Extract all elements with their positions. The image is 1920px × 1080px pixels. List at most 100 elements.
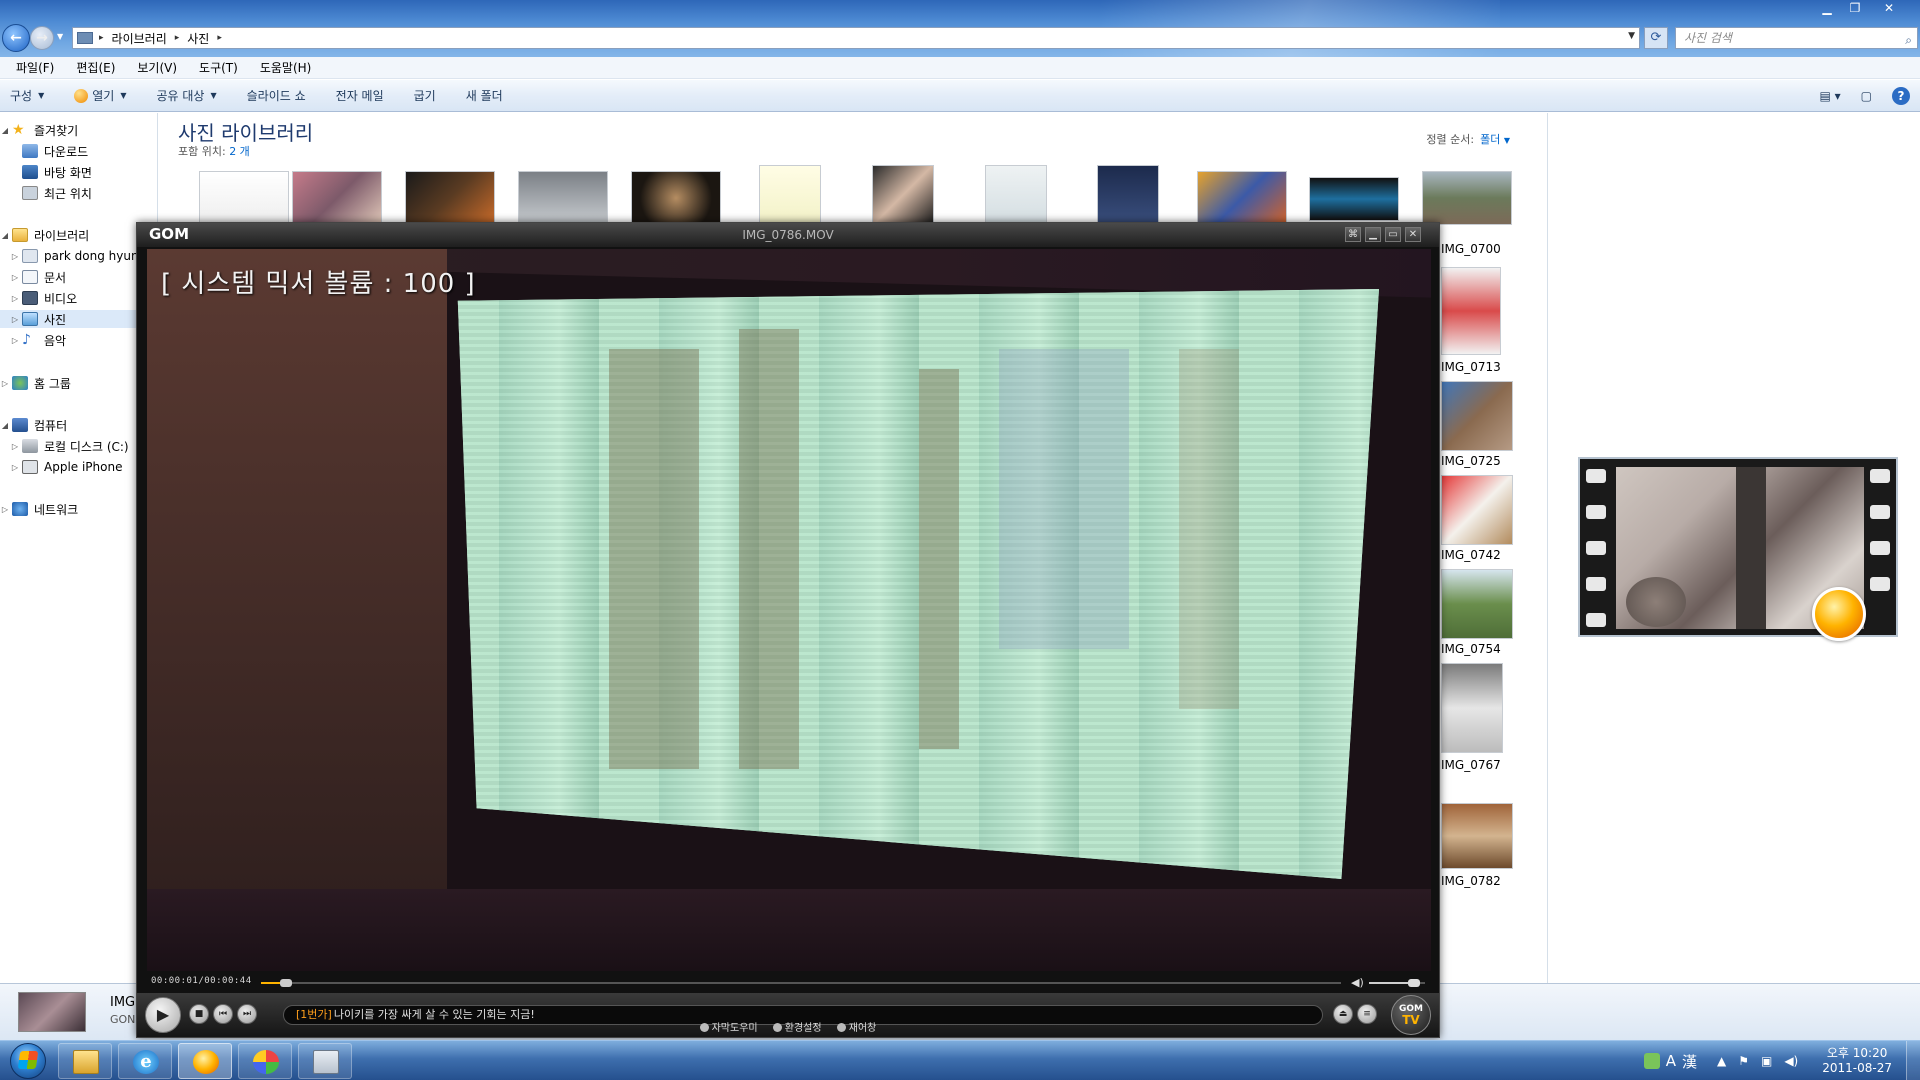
recent-pages-dropdown[interactable]: ▼ <box>57 32 63 41</box>
volume-icon[interactable]: ◀) <box>1784 1054 1798 1068</box>
photo-thumbnail[interactable] <box>1441 381 1513 451</box>
gom-maximize-button[interactable]: ▭ <box>1385 227 1401 242</box>
breadcrumb-separator[interactable]: ▸ <box>99 33 104 43</box>
photo-thumbnail[interactable] <box>1197 171 1287 225</box>
taskbar-paint[interactable] <box>238 1043 292 1079</box>
file-name[interactable]: IMG_0782 <box>1441 874 1501 888</box>
ime-mode[interactable]: A <box>1666 1052 1676 1070</box>
expand-icon[interactable]: ▷ <box>10 315 20 324</box>
expand-icon[interactable]: ▷ <box>10 294 20 303</box>
video-area[interactable]: [ 시스템 믹서 볼륨 : 100 ] <box>147 249 1431 971</box>
photo-thumbnail[interactable] <box>872 165 934 225</box>
expand-icon[interactable]: ▷ <box>0 379 10 388</box>
address-dropdown[interactable]: ▼ <box>1628 31 1635 41</box>
ime-hanja[interactable]: 漢 <box>1682 1051 1697 1072</box>
menu-edit[interactable]: 편집(E) <box>72 59 119 76</box>
nav-network[interactable]: ▷ 네트워크 <box>0 500 158 518</box>
file-name[interactable]: IMG_0767 <box>1441 758 1501 772</box>
photo-thumbnail[interactable] <box>1441 267 1501 355</box>
change-view-icon[interactable]: ▤ ▾ <box>1819 89 1840 103</box>
refresh-button[interactable]: ⟳ <box>1644 27 1668 49</box>
breadcrumb-separator[interactable]: ▸ <box>217 33 222 43</box>
photo-thumbnail[interactable] <box>631 171 721 225</box>
gom-pin-icon[interactable]: ⌘ <box>1345 227 1361 242</box>
nav-pictures[interactable]: ▷ 사진 <box>0 310 158 328</box>
nav-recent[interactable]: 최근 위치 <box>0 184 158 202</box>
minimize-button[interactable]: ▁ <box>1813 0 1841 18</box>
gom-minimize-button[interactable]: ▁ <box>1365 227 1381 242</box>
collapse-icon[interactable]: ◢ <box>0 126 10 135</box>
photo-thumbnail[interactable] <box>405 171 495 225</box>
subtitle-helper-link[interactable]: 자막도우미 <box>699 1023 758 1034</box>
nav-iphone[interactable]: ▷ Apple iPhone <box>0 458 158 476</box>
nav-downloads[interactable]: 다운로드 <box>0 142 158 160</box>
nav-desktop[interactable]: 바탕 화면 <box>0 163 158 181</box>
action-center-flag-icon[interactable]: ⚑ <box>1738 1054 1749 1068</box>
address-bar[interactable]: ▸ 라이브러리 ▸ 사진 ▸ ▼ <box>72 27 1640 49</box>
expand-icon[interactable]: ▷ <box>10 442 20 451</box>
taskbar-ie[interactable]: e <box>118 1043 172 1079</box>
expand-icon[interactable]: ▷ <box>0 505 10 514</box>
includes-link[interactable]: 2 개 <box>229 145 250 158</box>
show-desktop-button[interactable] <box>1906 1041 1920 1080</box>
expand-icon[interactable]: ▷ <box>10 336 20 345</box>
search-icon[interactable]: ⌕ <box>1905 30 1912 50</box>
gom-close-button[interactable]: ✕ <box>1405 227 1421 242</box>
nav-user-library[interactable]: ▷ park dong hyun <box>0 247 158 265</box>
share-with-button[interactable]: 공유 대상 ▼ <box>157 87 217 104</box>
file-name[interactable]: IMG_0713 <box>1441 360 1501 374</box>
nav-libraries[interactable]: ◢ 라이브러리 <box>0 226 158 244</box>
file-name[interactable]: IMG_0700 <box>1441 242 1501 256</box>
ime-bar[interactable]: A 漢 <box>1643 1051 1697 1072</box>
preview-pane-icon[interactable]: ▢ <box>1861 89 1872 103</box>
organize-button[interactable]: 구성 ▼ <box>10 87 44 104</box>
new-folder-button[interactable]: 새 폴더 <box>466 87 503 104</box>
nav-videos[interactable]: ▷ 비디오 <box>0 289 158 307</box>
arrange-by[interactable]: 정렬 순서: 폴더 ▼ <box>1426 131 1510 147</box>
preferences-link[interactable]: 환경설정 <box>772 1023 822 1034</box>
back-button[interactable]: ← <box>2 24 30 52</box>
taskbar-explorer[interactable] <box>58 1043 112 1079</box>
collapse-icon[interactable]: ◢ <box>0 231 10 240</box>
close-button[interactable]: ✕ <box>1869 0 1909 18</box>
photo-thumbnail[interactable] <box>292 171 382 225</box>
video-preview[interactable] <box>1578 457 1898 641</box>
speaker-icon[interactable]: ◀) <box>1351 976 1364 989</box>
volume-slider[interactable] <box>1369 979 1425 987</box>
slideshow-button[interactable]: 슬라이드 쇼 <box>247 87 306 104</box>
breadcrumb-libraries[interactable]: 라이브러리 <box>112 30 167 47</box>
file-name[interactable]: IMG_0742 <box>1441 548 1501 562</box>
help-icon[interactable]: ? <box>1892 87 1910 105</box>
expand-icon[interactable]: ▷ <box>10 252 20 261</box>
photo-thumbnail[interactable] <box>518 171 608 225</box>
collapse-icon[interactable]: ◢ <box>0 421 10 430</box>
breadcrumb-separator[interactable]: ▸ <box>175 33 180 43</box>
photo-thumbnail[interactable] <box>1097 165 1159 225</box>
seek-bar[interactable] <box>261 979 1341 987</box>
network-icon[interactable]: ▣ <box>1761 1054 1772 1068</box>
file-name[interactable]: IMG_0754 <box>1441 642 1501 656</box>
menu-help[interactable]: 도움말(H) <box>256 59 316 76</box>
expand-icon[interactable]: ▷ <box>10 463 20 472</box>
nav-homegroup[interactable]: ▷ 홈 그룹 <box>0 374 158 392</box>
seek-handle[interactable] <box>279 979 292 987</box>
taskbar-gom[interactable] <box>178 1043 232 1079</box>
gom-titlebar[interactable]: GOM IMG_0786.MOV ⌘ ▁ ▭ ✕ <box>137 223 1439 247</box>
photo-thumbnail[interactable] <box>1441 803 1513 869</box>
nav-computer[interactable]: ◢ 컴퓨터 <box>0 416 158 434</box>
photo-thumbnail[interactable] <box>1441 475 1513 545</box>
expand-icon[interactable]: ▷ <box>10 273 20 282</box>
file-name[interactable]: IMG_0725 <box>1441 454 1501 468</box>
nav-local-disk[interactable]: ▷ 로컬 디스크 (C:) <box>0 437 158 455</box>
menu-file[interactable]: 파일(F) <box>12 59 58 76</box>
forward-button[interactable]: → <box>30 26 54 50</box>
control-panel-link[interactable]: 재어창 <box>836 1023 876 1034</box>
photo-thumbnail[interactable] <box>1441 569 1513 639</box>
burn-button[interactable]: 굽기 <box>414 87 436 104</box>
photo-thumbnail[interactable] <box>199 171 289 225</box>
open-button[interactable]: 열기 ▼ <box>74 87 127 104</box>
search-input[interactable]: 사진 검색 ⌕ <box>1675 27 1918 49</box>
photo-thumbnail[interactable] <box>985 165 1047 225</box>
start-button[interactable] <box>4 1041 52 1080</box>
photo-thumbnail[interactable] <box>759 165 821 225</box>
